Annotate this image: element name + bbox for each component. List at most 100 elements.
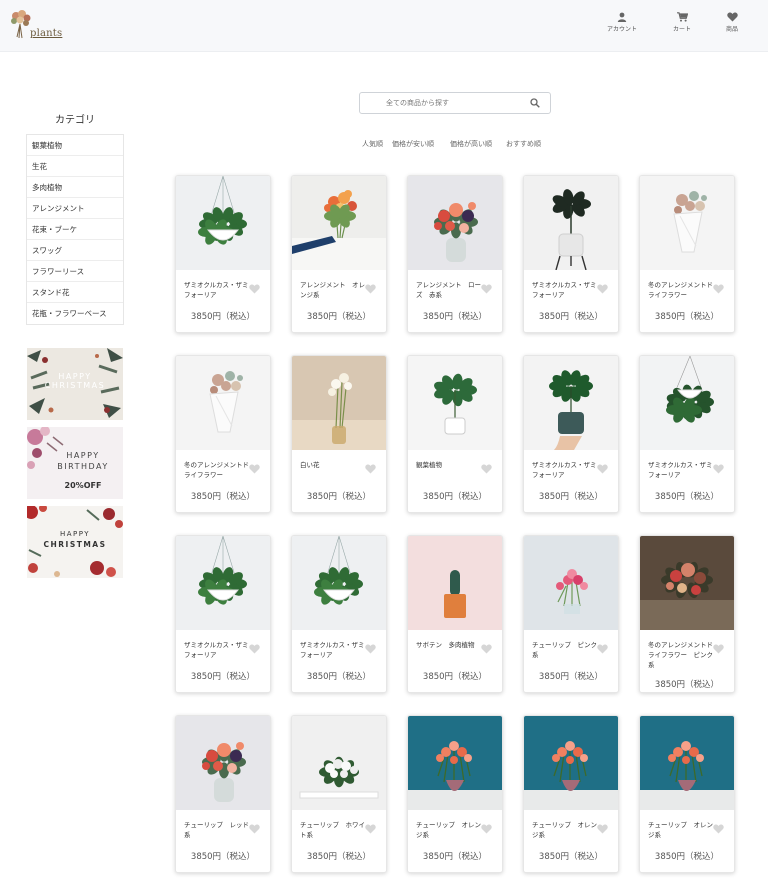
product-image[interactable] (176, 356, 270, 450)
favorite-heart-icon[interactable] (365, 819, 376, 838)
favorite-heart-icon[interactable] (481, 279, 492, 298)
product-name[interactable]: ザミオクルカス・ザミフォーリア (184, 280, 252, 300)
product-image[interactable] (408, 536, 502, 630)
category-item[interactable]: フラワーリース (27, 261, 123, 282)
product-card[interactable]: チューリップ オレンジ系 3850円（税込） (639, 715, 735, 873)
birthday-banner[interactable]: HAPPY BIRTHDAY 20%OFF (27, 427, 123, 499)
product-card[interactable]: ザミオクルカス・ザミフォーリア 3850円（税込） (523, 175, 619, 333)
nav-account[interactable]: アカウント (599, 12, 645, 33)
product-image[interactable] (292, 536, 386, 630)
sort-price-high[interactable]: 価格が高い順 (450, 139, 492, 149)
christmas-banner[interactable]: HAPPY CHRISTMAS (27, 348, 123, 420)
product-image[interactable] (292, 176, 386, 270)
product-name[interactable]: チューリップ ピンク系 (532, 640, 600, 660)
product-name[interactable]: サボテン 多肉植物 (416, 640, 484, 650)
product-card[interactable]: アレンジメント ローズ 赤系 3850円（税込） (407, 175, 503, 333)
site-logo[interactable]: plants (8, 8, 62, 44)
favorite-heart-icon[interactable] (713, 459, 724, 478)
product-card[interactable]: チューリップ レッド系 3850円（税込） (175, 715, 271, 873)
category-item[interactable]: 花束・ブーケ (27, 219, 123, 240)
favorite-heart-icon[interactable] (713, 639, 724, 658)
product-name[interactable]: チューリップ オレンジ系 (648, 820, 716, 840)
product-image[interactable] (640, 536, 734, 630)
product-card[interactable]: ザミオクルカス・ザミフォーリア 3850円（税込） (639, 355, 735, 513)
favorite-heart-icon[interactable] (365, 639, 376, 658)
product-image[interactable] (176, 176, 270, 270)
favorite-heart-icon[interactable] (597, 279, 608, 298)
product-image[interactable] (640, 356, 734, 450)
sort-popular[interactable]: 人気順 (362, 139, 383, 149)
product-name[interactable]: 冬のアレンジメントドライフラワー (648, 280, 716, 300)
product-card[interactable]: チューリップ オレンジ系 3850円（税込） (407, 715, 503, 873)
favorite-heart-icon[interactable] (365, 459, 376, 478)
product-name[interactable]: チューリップ オレンジ系 (416, 820, 484, 840)
product-name[interactable]: チューリップ レッド系 (184, 820, 252, 840)
favorite-heart-icon[interactable] (249, 639, 260, 658)
product-name[interactable]: 観葉植物 (416, 460, 484, 470)
nav-favorites[interactable]: 商品 (709, 12, 755, 33)
product-card[interactable]: チューリップ オレンジ系 3850円（税込） (523, 715, 619, 873)
product-image[interactable] (408, 356, 502, 450)
product-name[interactable]: ザミオクルカス・ザミフォーリア (532, 460, 600, 480)
product-image[interactable] (640, 716, 734, 810)
product-name[interactable]: 白い花 (300, 460, 368, 470)
favorite-heart-icon[interactable] (597, 639, 608, 658)
product-card[interactable]: チューリップ ピンク系 3850円（税込） (523, 535, 619, 693)
category-item[interactable]: 観葉植物 (27, 135, 123, 156)
search-bar[interactable] (359, 92, 551, 114)
category-item[interactable]: 多肉植物 (27, 177, 123, 198)
product-card[interactable]: 冬のアレンジメントドライフラワー 3850円（税込） (175, 355, 271, 513)
product-card[interactable]: ザミオクルカス・ザミフォーリア 3850円（税込） (175, 175, 271, 333)
favorite-heart-icon[interactable] (481, 459, 492, 478)
product-image[interactable] (292, 716, 386, 810)
product-image[interactable] (524, 716, 618, 810)
christmas-banner-2[interactable]: HAPPY CHRISTMAS (27, 506, 123, 578)
category-item[interactable]: アレンジメント (27, 198, 123, 219)
product-name[interactable]: ザミオクルカス・ザミフォーリア (184, 640, 252, 660)
sort-price-low[interactable]: 価格が安い順 (392, 139, 434, 149)
product-image[interactable] (292, 356, 386, 450)
product-card[interactable]: 観葉植物 3850円（税込） (407, 355, 503, 513)
favorite-heart-icon[interactable] (713, 819, 724, 838)
product-name[interactable]: 冬のアレンジメントドライフラワー ピンク系 (648, 640, 716, 670)
product-name[interactable]: チューリップ ホワイト系 (300, 820, 368, 840)
product-card[interactable]: 冬のアレンジメントドライフラワー 3850円（税込） (639, 175, 735, 333)
product-name[interactable]: ザミオクルカス・ザミフォーリア (300, 640, 368, 660)
product-image[interactable] (176, 536, 270, 630)
search-icon[interactable] (530, 98, 540, 108)
product-image[interactable] (524, 356, 618, 450)
product-name[interactable]: アレンジメント ローズ 赤系 (416, 280, 484, 300)
product-card[interactable]: ザミオクルカス・ザミフォーリア 3850円（税込） (291, 535, 387, 693)
product-image[interactable] (408, 716, 502, 810)
product-card[interactable]: サボテン 多肉植物 3850円（税込） (407, 535, 503, 693)
favorite-heart-icon[interactable] (597, 459, 608, 478)
product-card[interactable]: チューリップ ホワイト系 3850円（税込） (291, 715, 387, 873)
favorite-heart-icon[interactable] (365, 279, 376, 298)
favorite-heart-icon[interactable] (249, 819, 260, 838)
product-name[interactable]: 冬のアレンジメントドライフラワー (184, 460, 252, 480)
product-card[interactable]: アレンジメント オレンジ系 3850円（税込） (291, 175, 387, 333)
category-item[interactable]: 花瓶・フラワーベース (27, 303, 123, 324)
product-name[interactable]: ザミオクルカス・ザミフォーリア (648, 460, 716, 480)
product-image[interactable] (408, 176, 502, 270)
product-card[interactable]: ザミオクルカス・ザミフォーリア 3850円（税込） (523, 355, 619, 513)
favorite-heart-icon[interactable] (713, 279, 724, 298)
favorite-heart-icon[interactable] (597, 819, 608, 838)
product-image[interactable] (524, 176, 618, 270)
product-name[interactable]: ザミオクルカス・ザミフォーリア (532, 280, 600, 300)
product-card[interactable]: ザミオクルカス・ザミフォーリア 3850円（税込） (175, 535, 271, 693)
search-input[interactable] (366, 96, 526, 110)
favorite-heart-icon[interactable] (249, 279, 260, 298)
favorite-heart-icon[interactable] (481, 639, 492, 658)
favorite-heart-icon[interactable] (249, 459, 260, 478)
category-item[interactable]: 生花 (27, 156, 123, 177)
product-image[interactable] (640, 176, 734, 270)
product-card[interactable]: 冬のアレンジメントドライフラワー ピンク系 3850円（税込） (639, 535, 735, 693)
favorite-heart-icon[interactable] (481, 819, 492, 838)
category-item[interactable]: スワッグ (27, 240, 123, 261)
category-item[interactable]: スタンド花 (27, 282, 123, 303)
nav-cart[interactable]: カート (659, 12, 705, 33)
product-image[interactable] (524, 536, 618, 630)
product-name[interactable]: アレンジメント オレンジ系 (300, 280, 368, 300)
product-card[interactable]: 白い花 3850円（税込） (291, 355, 387, 513)
